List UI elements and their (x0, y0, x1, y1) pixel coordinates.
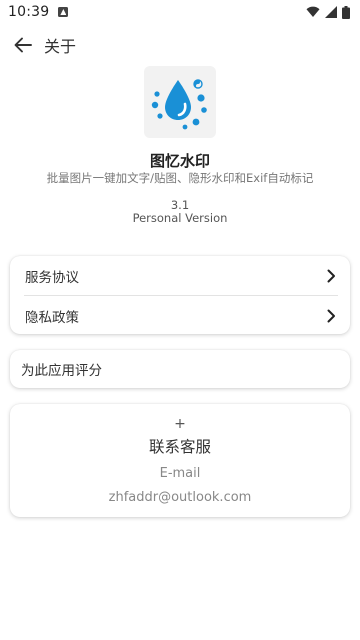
signal-icon (325, 6, 337, 18)
status-left: 10:39 (8, 4, 69, 20)
app-edition: Personal Version (132, 211, 228, 225)
back-button[interactable] (12, 34, 34, 56)
notification-icon (58, 7, 69, 17)
service-agreement-label: 服务协议 (25, 269, 79, 286)
page-title: 关于 (44, 37, 77, 56)
privacy-policy-label: 隐私政策 (25, 309, 79, 326)
service-agreement-item[interactable]: 服务协议 (10, 256, 350, 295)
contact-title: 联系客服 (148, 438, 211, 456)
app-bar: 关于 (0, 28, 360, 62)
rate-app-card[interactable]: 为此应用评分 (10, 350, 350, 388)
rate-app-label: 为此应用评分 (21, 363, 102, 379)
status-right (306, 5, 350, 19)
app-logo (144, 66, 216, 138)
status-bar: 10:39 (0, 0, 360, 24)
expand-plus-icon: + (174, 416, 186, 432)
chevron-right-icon (327, 269, 335, 282)
contact-card[interactable]: + 联系客服 E-mail zhfaddr@outlook.com (10, 404, 350, 517)
arrow-left-icon (14, 37, 32, 53)
email-label: E-mail (159, 466, 201, 481)
water-drop-logo-icon (151, 79, 207, 130)
status-time: 10:39 (8, 4, 50, 20)
email-address-link[interactable]: zhfaddr@outlook.com (10, 490, 350, 505)
rate-app-item[interactable]: 为此应用评分 (10, 350, 350, 388)
wifi-icon (306, 6, 320, 17)
app-description: 批量图片一键加文字/贴图、隐形水印和Exif自动标记 (46, 171, 314, 185)
chevron-right-icon (327, 309, 335, 322)
app-version: 3.1 (170, 198, 190, 212)
app-name: 图忆水印 (149, 152, 210, 170)
policy-card: 服务协议 隐私政策 (10, 256, 350, 334)
battery-icon (342, 5, 350, 19)
privacy-policy-item[interactable]: 隐私政策 (10, 296, 350, 335)
